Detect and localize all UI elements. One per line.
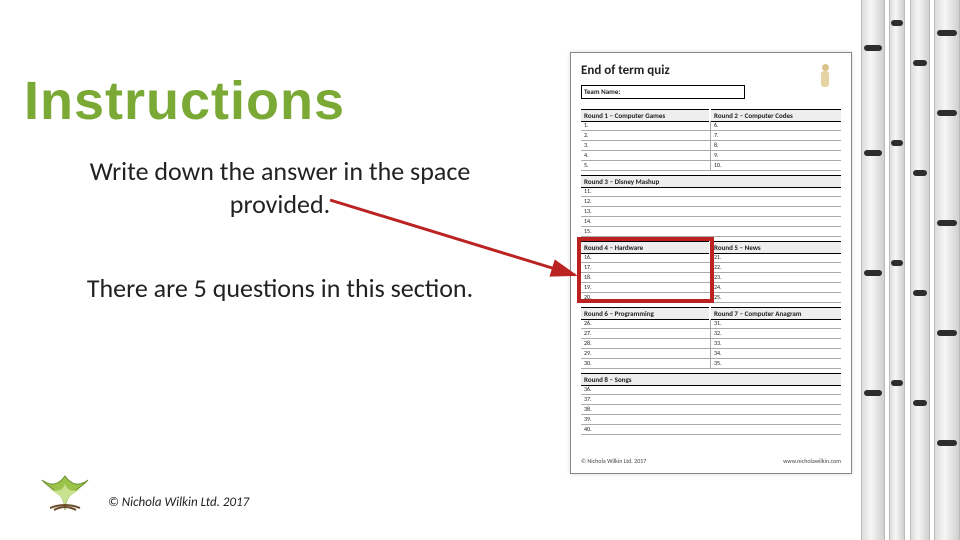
brand-logo xyxy=(30,462,100,512)
slide-copyright: © Nichola Wilkin Ltd. 2017 xyxy=(108,495,249,510)
birch-trunk xyxy=(861,0,885,540)
table-block: 36. 37. 38. 39. 40. xyxy=(581,385,841,435)
team-name-box: Team Name: xyxy=(581,85,745,99)
person-icon xyxy=(815,61,841,95)
worksheet-copyright: © Nichola Wilkin Ltd. 2017 xyxy=(581,457,646,465)
highlight-box xyxy=(577,237,714,303)
table-block: 1.6. 2.7. 3.8. 4.9. 5.10. xyxy=(581,121,841,171)
instruction-line-2: There are 5 questions in this section. xyxy=(40,272,520,305)
worksheet-url: www.nicholawilkin.com xyxy=(783,457,841,465)
table-block: 26.31. 27.32. 28.33. 29.34. 30.35. xyxy=(581,319,841,369)
worksheet-thumbnail: End of term quiz Team Name: Round 1 – Co… xyxy=(570,52,852,474)
worksheet-title: End of term quiz xyxy=(581,63,670,78)
page-title: Instructions xyxy=(24,70,345,132)
birch-trunk xyxy=(934,0,960,540)
birch-trunk xyxy=(910,0,930,540)
instruction-line-1: Write down the answer in the space provi… xyxy=(40,155,520,220)
table-block: 11. 12. 13. 14. 15. xyxy=(581,187,841,237)
slide: { "title": "Instructions", "body": { "li… xyxy=(0,0,960,540)
birch-trunk xyxy=(889,0,905,540)
